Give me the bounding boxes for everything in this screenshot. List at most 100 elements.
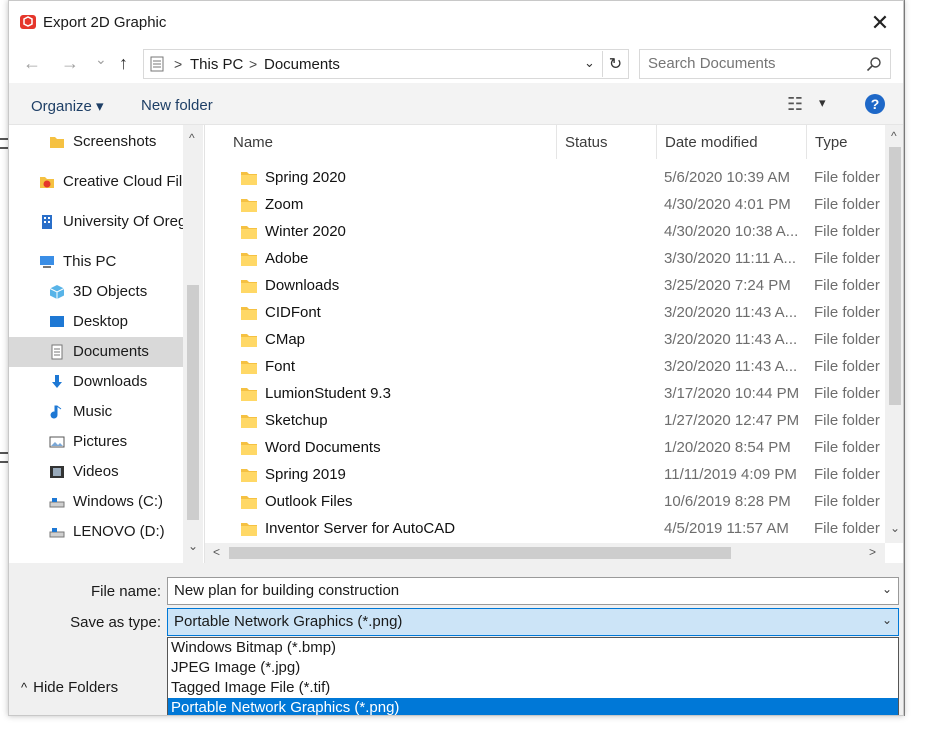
file-row[interactable]: Word Documents 1/20/2020 8:54 PM File fold…	[213, 435, 883, 462]
refresh-button[interactable]: ↻	[602, 51, 628, 77]
sidebar-item-label: University Of Oregon	[63, 213, 183, 230]
hide-folders-button[interactable]: ^ Hide Folders	[21, 679, 118, 696]
file-type: File folder	[814, 277, 880, 294]
sidebar-item-screenshots[interactable]: Screenshots	[9, 127, 183, 157]
sidebar-item-windows-c[interactable]: Windows (C:)	[9, 487, 183, 517]
column-header-status[interactable]: Status	[557, 125, 657, 159]
option-bmp[interactable]: Windows Bitmap (*.bmp)	[168, 638, 898, 658]
sidebar-scroll-thumb[interactable]	[187, 285, 199, 520]
forward-button[interactable]: →	[61, 53, 79, 74]
sidebar-item-university-of-oregon[interactable]: University Of Oregon	[9, 207, 183, 237]
file-row[interactable]: Spring 2019 11/11/2019 4:09 PM File folder	[213, 462, 883, 489]
save-as-type-select[interactable]: Portable Network Graphics (*.png) ⌄	[167, 608, 899, 636]
column-header-date[interactable]: Date modified	[657, 125, 807, 159]
file-row[interactable]: Spring 2020 5/6/2020 10:39 AM File folder	[213, 165, 883, 192]
videos-icon	[49, 464, 65, 480]
file-type: File folder	[814, 493, 880, 510]
file-row[interactable]: Outlook Files 10/6/2019 8:28 PM File folde…	[213, 489, 883, 516]
sidebar-item-videos[interactable]: Videos	[9, 457, 183, 487]
option-jpg[interactable]: JPEG Image (*.jpg)	[168, 658, 898, 678]
sidebar-scroll-up[interactable]: ^	[189, 131, 195, 145]
file-date: 3/20/2020 11:43 A...	[664, 358, 798, 375]
file-type: File folder	[814, 169, 880, 186]
file-name-value: New plan for building construction	[174, 582, 400, 599]
vertical-scroll-thumb[interactable]	[889, 147, 901, 405]
file-list-vertical-scrollbar[interactable]: ^ ⌄	[885, 125, 903, 543]
background-line	[0, 138, 8, 140]
sidebar-item-music[interactable]: Music	[9, 397, 183, 427]
folder-icon	[241, 361, 257, 374]
cube-icon	[49, 284, 65, 300]
file-row[interactable]: Sketchup 1/27/2020 12:47 PM File folder	[213, 408, 883, 435]
address-dropdown-icon[interactable]: ⌄	[584, 55, 595, 71]
folder-icon	[241, 469, 257, 482]
breadcrumb-documents[interactable]: Documents	[264, 56, 340, 73]
scroll-right-arrow[interactable]: >	[869, 545, 876, 559]
save-as-type-dropdown-icon[interactable]: ⌄	[882, 613, 892, 627]
creative-cloud-icon	[39, 174, 55, 190]
save-as-type-value: Portable Network Graphics (*.png)	[174, 613, 403, 630]
new-folder-button[interactable]: New folder	[141, 97, 213, 114]
file-row[interactable]: Inventor Server for AutoCAD 4/5/2019 11:5…	[213, 516, 883, 543]
file-row[interactable]: Font 3/20/2020 11:43 A... File folder	[213, 354, 883, 381]
file-row[interactable]: CIDFont 3/20/2020 11:43 A... File folder	[213, 300, 883, 327]
up-button[interactable]: ↑	[119, 53, 128, 74]
file-type: File folder	[814, 385, 880, 402]
view-options-dropdown[interactable]: ▾	[819, 95, 826, 111]
file-row[interactable]: Adobe 3/30/2020 11:11 A... File folder	[213, 246, 883, 273]
breadcrumb-this-pc[interactable]: This PC	[190, 56, 243, 73]
file-date: 3/25/2020 7:24 PM	[664, 277, 791, 294]
help-icon[interactable]: ?	[865, 94, 885, 114]
view-options-icon[interactable]: ☷	[787, 94, 803, 115]
folder-icon	[241, 172, 257, 185]
recent-locations-button[interactable]: ⌄	[95, 51, 107, 68]
sidebar-item-desktop[interactable]: Desktop	[9, 307, 183, 337]
column-status-label: Status	[565, 134, 608, 151]
refresh-icon: ↻	[608, 56, 623, 73]
sidebar-scroll-down[interactable]: ⌄	[188, 539, 198, 553]
search-input[interactable]	[648, 55, 848, 72]
sidebar-item-pictures[interactable]: Pictures	[9, 427, 183, 457]
folder-icon	[241, 334, 257, 347]
folder-icon	[241, 226, 257, 239]
chevron-up-icon: ^	[21, 680, 28, 695]
sidebar-item-label: Desktop	[73, 313, 129, 330]
scroll-up-arrow[interactable]: ^	[891, 129, 897, 143]
sidebar-item-label: Downloads	[73, 373, 148, 390]
column-header-name[interactable]: Name	[225, 125, 557, 159]
sidebar-item-label: Videos	[73, 463, 119, 480]
file-row[interactable]: CMap 3/20/2020 11:43 A... File folder	[213, 327, 883, 354]
file-name: LumionStudent 9.3	[265, 385, 391, 402]
sidebar-item-label: This PC	[63, 253, 117, 270]
sidebar-item-this-pc[interactable]: This PC	[9, 247, 183, 277]
close-icon: ✕	[870, 10, 890, 35]
sidebar-item-documents[interactable]: Documents	[9, 337, 183, 367]
file-row[interactable]: Downloads 3/25/2020 7:24 PM File folder	[213, 273, 883, 300]
back-button[interactable]: ←	[23, 53, 41, 74]
sidebar-item-creative-cloud-files[interactable]: Creative Cloud Files	[9, 167, 183, 197]
file-row[interactable]: Zoom 4/30/2020 4:01 PM File folder	[213, 192, 883, 219]
scroll-down-arrow[interactable]: ⌄	[890, 521, 900, 535]
search-box[interactable]	[639, 49, 891, 79]
option-tif[interactable]: Tagged Image File (*.tif)	[168, 678, 898, 698]
sidebar-item-lenovo-d[interactable]: LENOVO (D:)	[9, 517, 183, 547]
address-bar[interactable]: > This PC > Documents ⌄ ↻	[143, 49, 629, 79]
file-type: File folder	[814, 466, 880, 483]
organize-button[interactable]: Organize ▾	[31, 97, 104, 115]
scroll-left-arrow[interactable]: <	[213, 545, 220, 559]
file-name-dropdown-icon[interactable]: ⌄	[882, 582, 892, 596]
file-row[interactable]: Winter 2020 4/30/2020 10:38 A... File fold…	[213, 219, 883, 246]
sidebar-item-3d-objects[interactable]: 3D Objects	[9, 277, 183, 307]
option-png[interactable]: Portable Network Graphics (*.png)	[168, 698, 898, 715]
sidebar-item-downloads[interactable]: Downloads	[9, 367, 183, 397]
sidebar-scrollbar[interactable]: ^ ⌄	[183, 125, 203, 563]
file-name: Outlook Files	[265, 493, 353, 510]
horizontal-scroll-thumb[interactable]	[229, 547, 731, 559]
close-button[interactable]: ✕	[857, 1, 903, 45]
file-list-horizontal-scrollbar[interactable]: < >	[205, 543, 885, 563]
file-name-field[interactable]: New plan for building construction ⌄	[167, 577, 899, 605]
file-row[interactable]: LumionStudent 9.3 3/17/2020 10:44 PM File …	[213, 381, 883, 408]
background-line	[0, 461, 8, 463]
file-name: Spring 2019	[265, 466, 346, 483]
column-header-type[interactable]: Type	[807, 125, 885, 159]
